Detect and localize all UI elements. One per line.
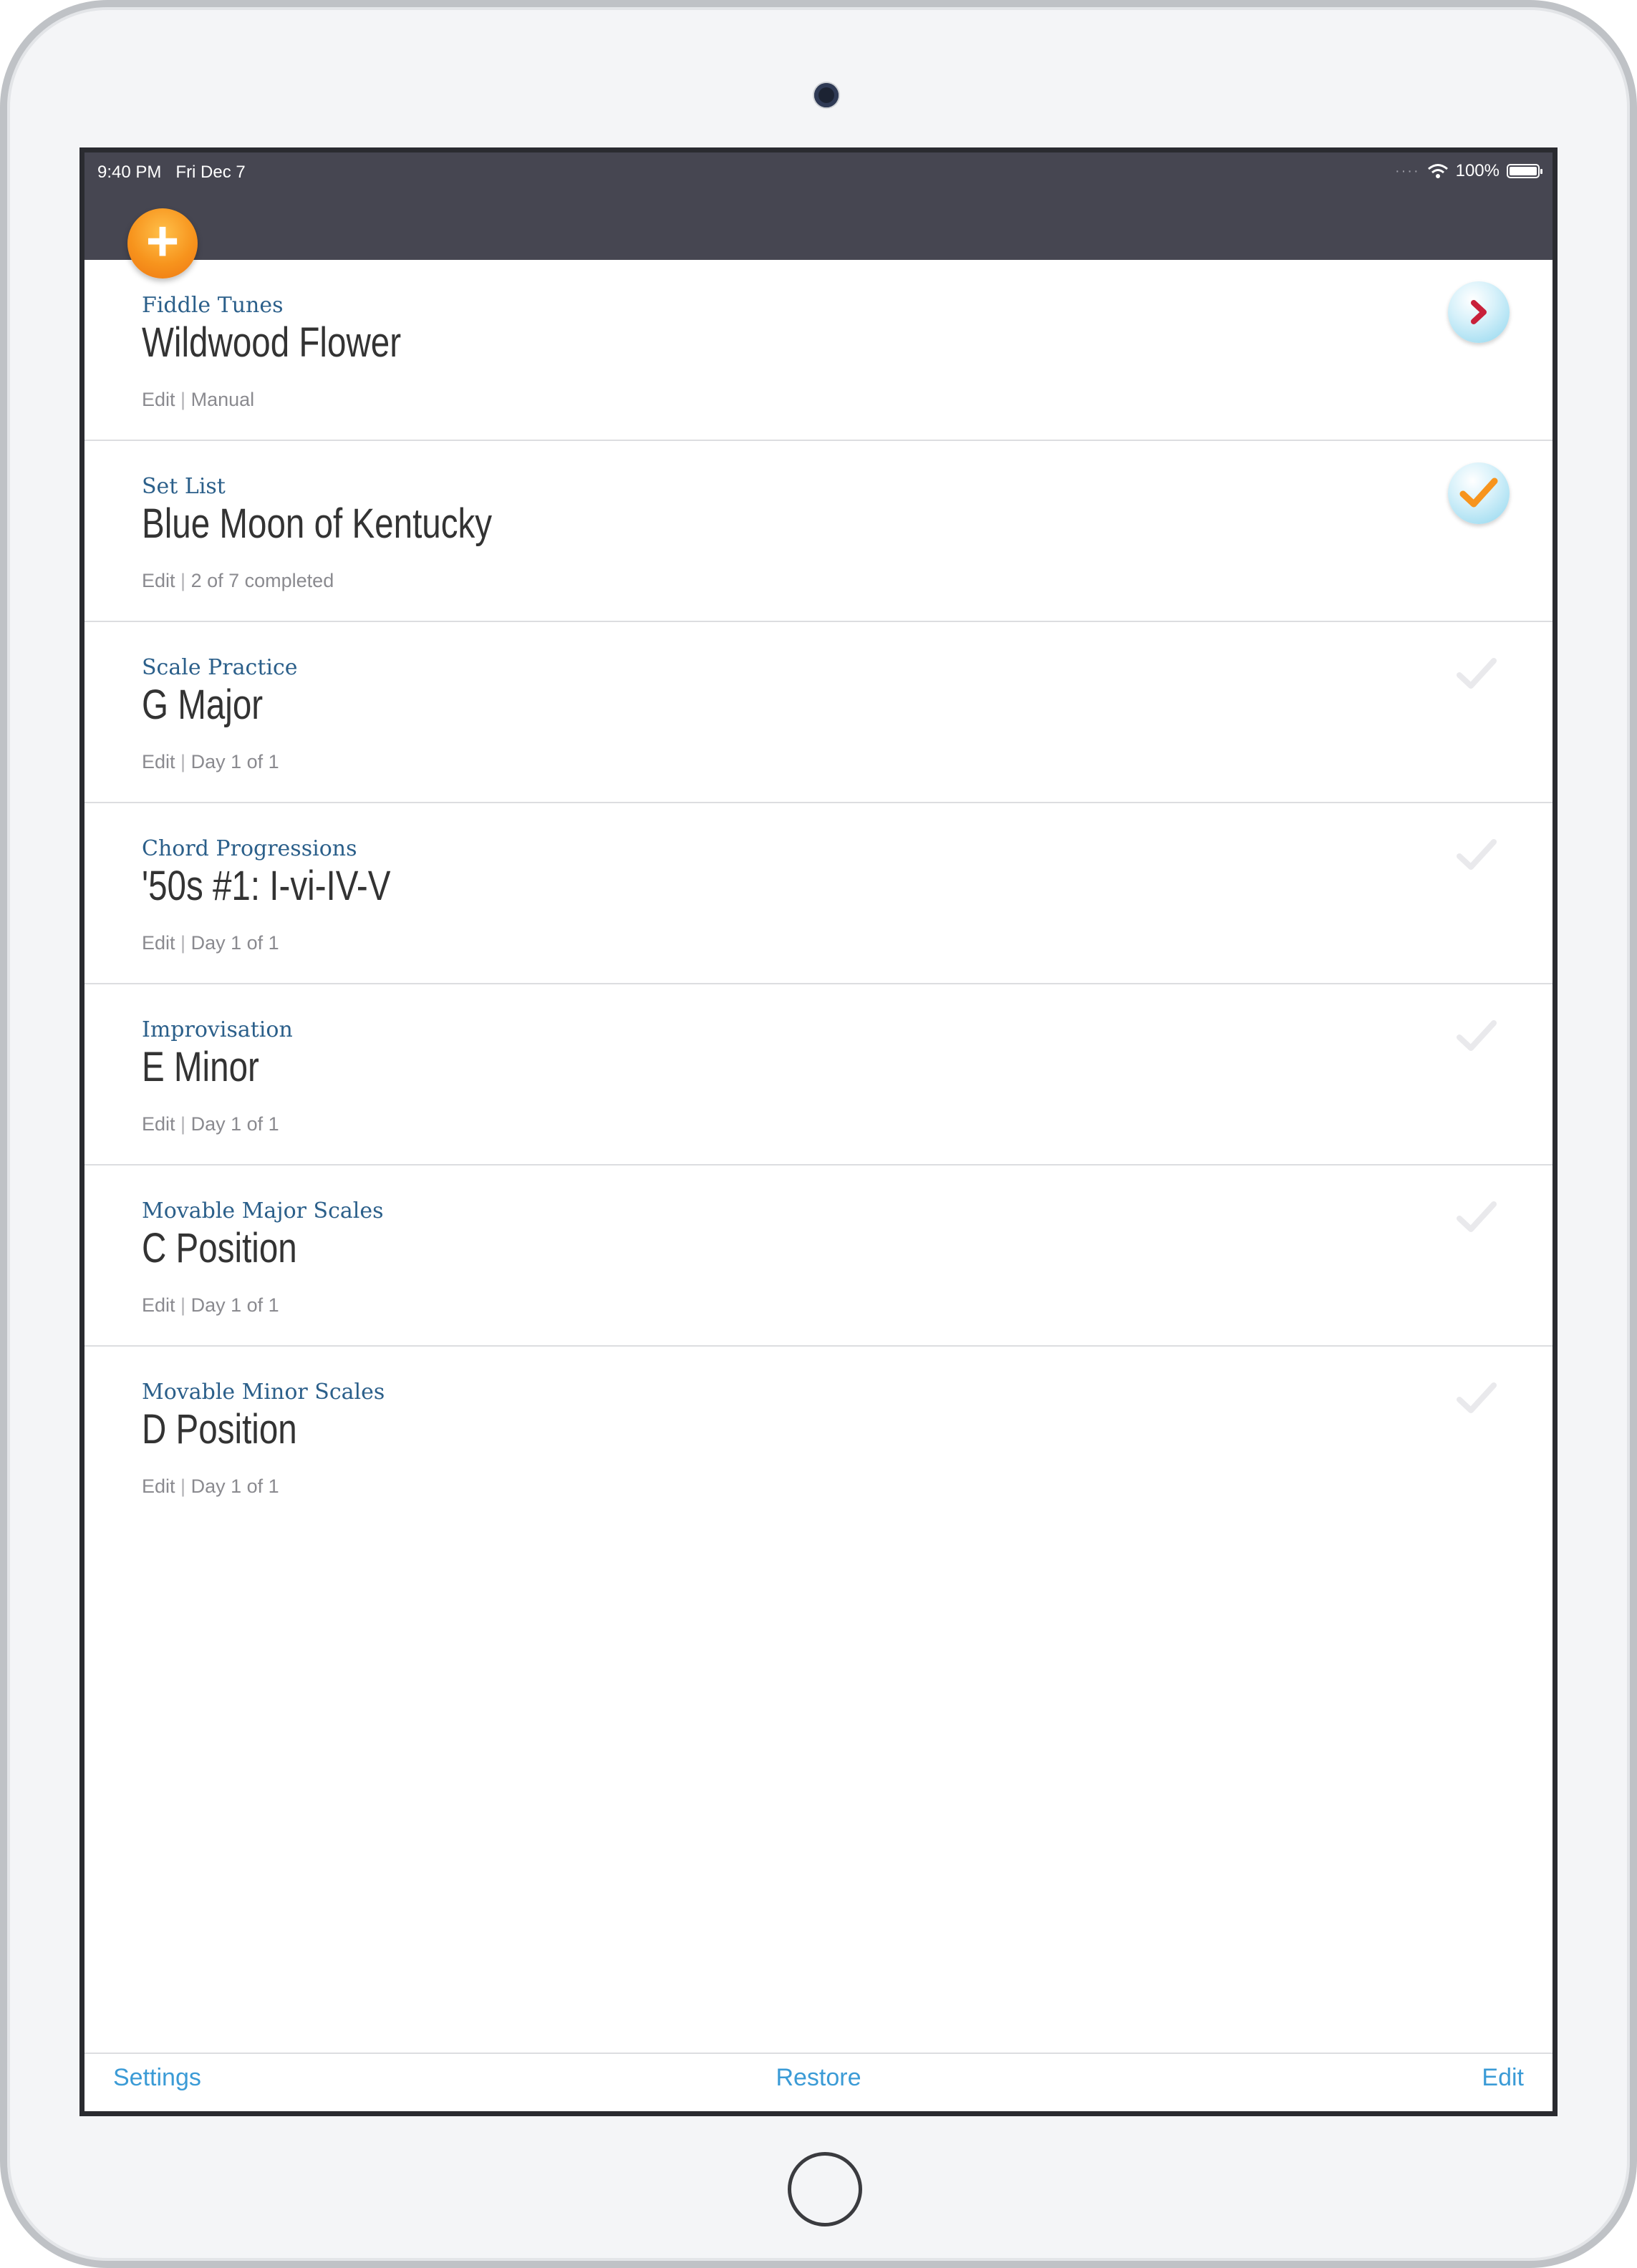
item-detail: Day 1 of 1: [190, 1475, 279, 1497]
item-title: E Minor: [142, 1044, 259, 1090]
check-faint-icon[interactable]: [1455, 1197, 1498, 1237]
play-button[interactable]: [1448, 281, 1510, 343]
check-icon: [1459, 478, 1498, 508]
item-detail: Day 1 of 1: [190, 1113, 279, 1135]
item-meta: Edit | Manual: [142, 389, 255, 410]
item-meta: Edit | Day 1 of 1: [142, 1475, 279, 1497]
edit-link[interactable]: Edit: [142, 389, 175, 410]
item-title: Blue Moon of Kentucky: [142, 500, 493, 547]
item-detail: 2 of 7 completed: [190, 570, 334, 591]
top-bar: 9:40 PM Fri Dec 7 ···· 100%: [84, 152, 1553, 260]
item-meta: Edit | 2 of 7 completed: [142, 570, 334, 591]
complete-button[interactable]: [1448, 462, 1510, 524]
item-title: D Position: [142, 1406, 297, 1453]
status-indicators: ···· 100%: [1394, 161, 1542, 181]
edit-link[interactable]: Edit: [142, 570, 175, 591]
camera: [814, 83, 839, 107]
restore-button[interactable]: Restore: [776, 2064, 861, 2092]
edit-link[interactable]: Edit: [142, 1113, 175, 1135]
edit-link[interactable]: Edit: [142, 1475, 175, 1497]
item-category: Movable Minor Scales: [142, 1380, 385, 1405]
check-faint-icon[interactable]: [1455, 1378, 1498, 1418]
list-item[interactable]: Fiddle Tunes Wildwood Flower Edit | Manu…: [84, 260, 1553, 441]
status-time: 9:40 PM Fri Dec 7: [97, 163, 246, 182]
edit-link[interactable]: Edit: [142, 1294, 175, 1316]
home-button[interactable]: [788, 2152, 862, 2226]
list-item[interactable]: Scale Practice G Major Edit | Day 1 of 1: [84, 622, 1553, 803]
list-item[interactable]: Movable Minor Scales D Position Edit | D…: [84, 1347, 1553, 1528]
item-category: Set List: [142, 474, 226, 499]
item-detail: Day 1 of 1: [190, 751, 279, 772]
list-item[interactable]: Improvisation E Minor Edit | Day 1 of 1: [84, 984, 1553, 1166]
item-meta: Edit | Day 1 of 1: [142, 1113, 279, 1135]
item-category: Fiddle Tunes: [142, 293, 284, 318]
chevron-right-icon: [1471, 300, 1487, 324]
battery-icon: [1507, 164, 1542, 178]
item-detail: Manual: [190, 389, 255, 410]
edit-link[interactable]: Edit: [142, 751, 175, 772]
item-title: G Major: [142, 682, 264, 728]
item-detail: Day 1 of 1: [190, 1294, 279, 1316]
check-faint-icon[interactable]: [1455, 1016, 1498, 1056]
screen: 9:40 PM Fri Dec 7 ···· 100% + Fiddle Tun…: [79, 147, 1558, 2116]
check-faint-icon[interactable]: [1455, 835, 1498, 875]
item-title: C Position: [142, 1225, 297, 1271]
item-category: Movable Major Scales: [142, 1198, 384, 1223]
edit-link[interactable]: Edit: [142, 932, 175, 954]
list-item[interactable]: Chord Progressions '50s #1: I-vi-IV-V Ed…: [84, 803, 1553, 984]
practice-list: Fiddle Tunes Wildwood Flower Edit | Manu…: [84, 260, 1553, 1528]
item-title: '50s #1: I-vi-IV-V: [142, 863, 391, 909]
edit-button[interactable]: Edit: [1482, 2064, 1524, 2092]
item-meta: Edit | Day 1 of 1: [142, 751, 279, 772]
item-category: Improvisation: [142, 1017, 293, 1042]
bottom-toolbar: Settings Restore Edit: [84, 2053, 1553, 2111]
item-meta: Edit | Day 1 of 1: [142, 1294, 279, 1316]
list-item[interactable]: Movable Major Scales C Position Edit | D…: [84, 1166, 1553, 1347]
battery-percent: 100%: [1455, 161, 1500, 180]
signal-icon: ····: [1394, 163, 1420, 179]
item-meta: Edit | Day 1 of 1: [142, 932, 279, 954]
item-category: Chord Progressions: [142, 836, 357, 861]
settings-button[interactable]: Settings: [113, 2064, 201, 2092]
check-faint-icon[interactable]: [1455, 654, 1498, 694]
wifi-icon: [1427, 164, 1448, 178]
item-category: Scale Practice: [142, 655, 298, 680]
item-detail: Day 1 of 1: [190, 932, 279, 954]
list-item[interactable]: Set List Blue Moon of Kentucky Edit | 2 …: [84, 441, 1553, 622]
item-title: Wildwood Flower: [142, 319, 402, 366]
